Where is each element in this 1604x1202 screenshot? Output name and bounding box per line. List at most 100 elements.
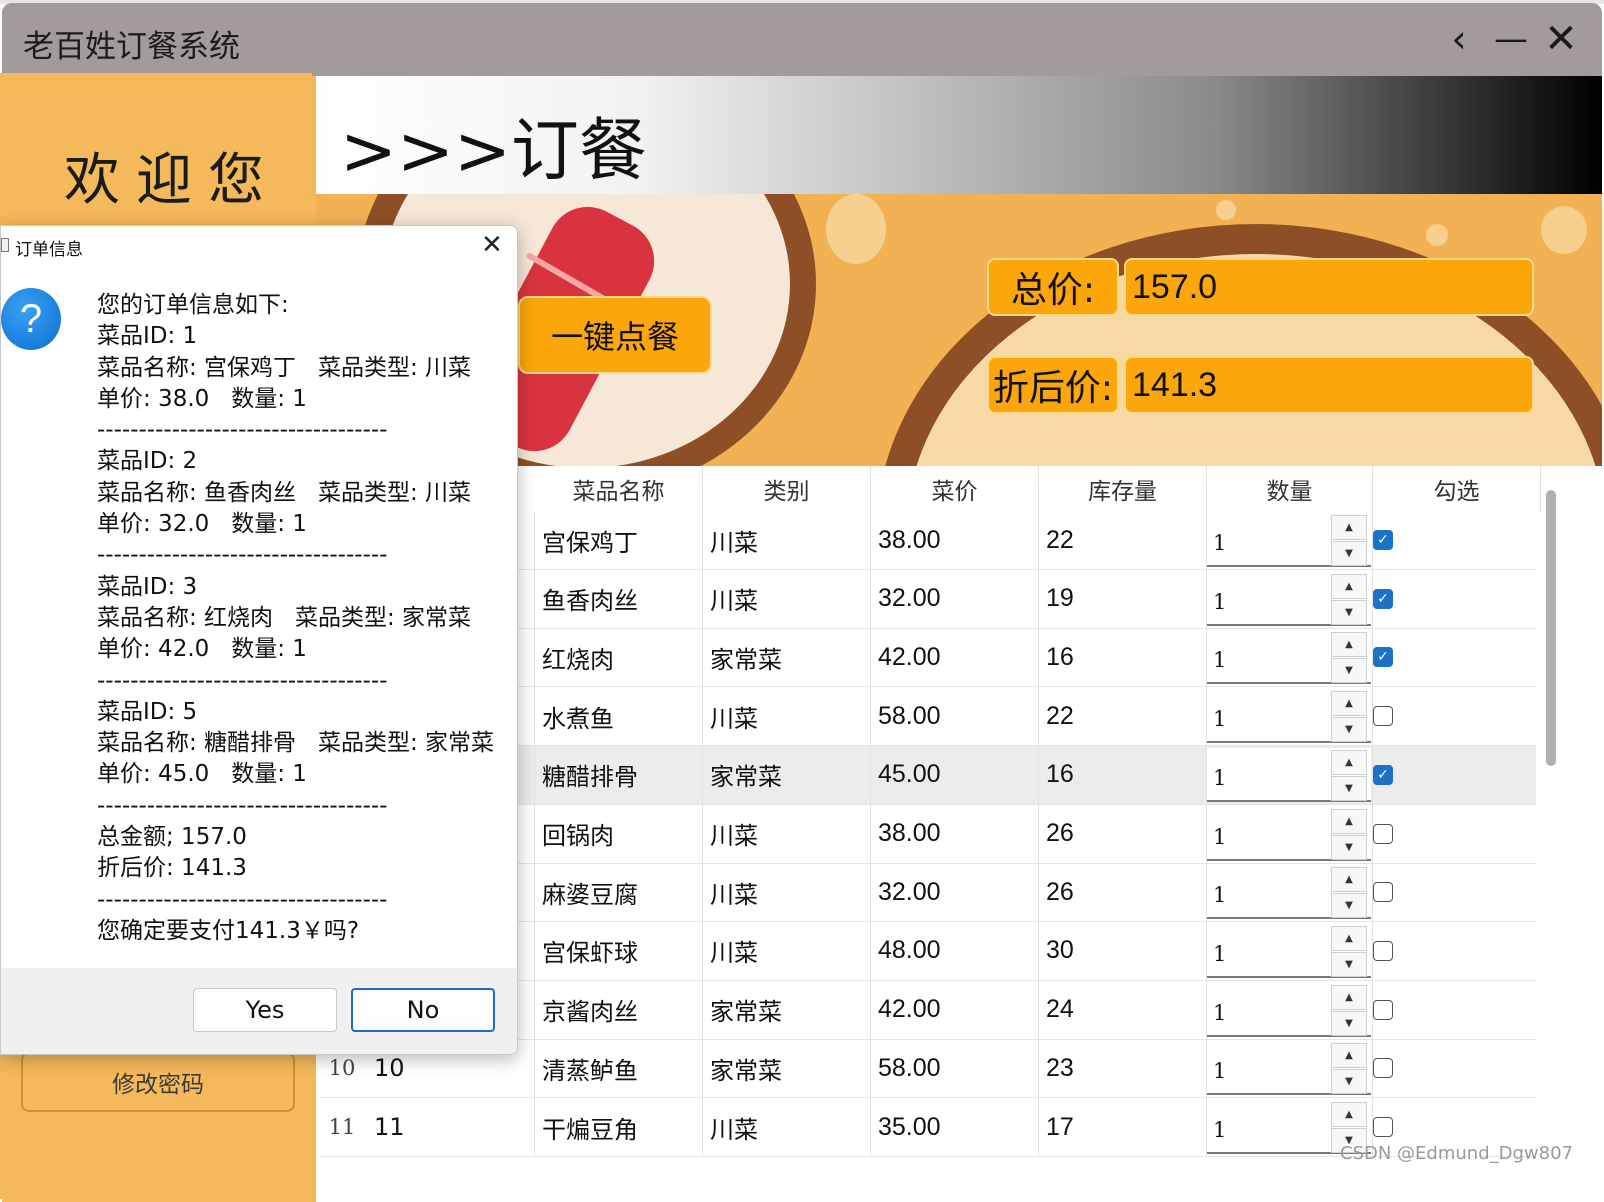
quantity-value[interactable]: 1	[1213, 942, 1226, 966]
decrement-icon[interactable]: ▼	[1331, 1069, 1367, 1095]
column-divider	[870, 1039, 871, 1098]
column-divider	[534, 687, 535, 746]
stock-cell: 16	[1046, 642, 1074, 671]
category-cell: 川菜	[710, 528, 758, 557]
quantity-stepper[interactable]: 1 ▲ ▼	[1207, 571, 1371, 626]
change-password-button[interactable]: 修改密码	[21, 1052, 295, 1112]
select-checkbox[interactable]	[1373, 940, 1393, 961]
increment-icon[interactable]: ▲	[1331, 867, 1367, 893]
price-cell: 32.00	[878, 584, 941, 613]
decrement-icon[interactable]: ▼	[1331, 658, 1367, 684]
quantity-value[interactable]: 1	[1213, 531, 1226, 555]
dish-name-cell: 红烧肉	[542, 645, 614, 674]
back-icon[interactable]: ‹	[1437, 17, 1481, 61]
quantity-value[interactable]: 1	[1213, 707, 1226, 731]
category-cell: 川菜	[710, 1115, 758, 1144]
quantity-stepper[interactable]: 1 ▲ ▼	[1207, 982, 1371, 1037]
dish-name-cell: 鱼香肉丝	[542, 587, 638, 616]
increment-icon[interactable]: ▲	[1331, 808, 1367, 834]
column-divider	[1038, 1098, 1039, 1156]
increment-icon[interactable]: ▲	[1331, 1043, 1367, 1069]
decrement-icon[interactable]: ▼	[1331, 951, 1367, 977]
quantity-value[interactable]: 1	[1213, 825, 1226, 849]
quantity-stepper[interactable]: 1 ▲ ▼	[1207, 806, 1371, 861]
increment-icon[interactable]: ▲	[1331, 515, 1367, 540]
vertical-scrollbar[interactable]	[1546, 490, 1556, 766]
welcome-panel: 欢迎您	[0, 73, 316, 219]
select-checkbox[interactable]: ✓	[1373, 530, 1393, 550]
stock-cell: 22	[1046, 701, 1074, 730]
select-checkbox[interactable]: ✓	[1373, 647, 1393, 668]
quantity-stepper[interactable]: 1 ▲ ▼	[1207, 923, 1371, 978]
category-cell: 家常菜	[710, 1056, 782, 1085]
select-checkbox[interactable]	[1373, 706, 1393, 727]
category-cell: 川菜	[710, 939, 758, 968]
column-header[interactable]: 数量	[1207, 466, 1373, 512]
decrement-icon[interactable]: ▼	[1331, 717, 1367, 743]
quantity-stepper[interactable]: 1 ▲ ▼	[1207, 513, 1371, 567]
increment-icon[interactable]: ▲	[1331, 632, 1367, 658]
column-divider	[534, 980, 535, 1039]
column-divider	[702, 1039, 703, 1098]
quantity-value[interactable]: 1	[1213, 1001, 1226, 1025]
quantity-stepper[interactable]: 1 ▲ ▼	[1207, 630, 1371, 685]
price-cell: 42.00	[878, 995, 941, 1024]
column-header[interactable]: 菜品名称	[535, 466, 703, 512]
column-header[interactable]: 菜价	[871, 466, 1039, 512]
dish-name-cell: 干煸豆角	[542, 1115, 638, 1144]
select-checkbox[interactable]	[1373, 882, 1393, 903]
yes-button[interactable]: Yes	[193, 988, 337, 1032]
quantity-value[interactable]: 1	[1213, 766, 1226, 790]
decrement-icon[interactable]: ▼	[1331, 893, 1367, 919]
select-checkbox[interactable]	[1373, 823, 1393, 844]
column-divider	[1038, 804, 1039, 863]
column-divider	[534, 511, 535, 569]
quantity-stepper[interactable]: 1 ▲ ▼	[1207, 865, 1371, 920]
decrement-icon[interactable]: ▼	[1331, 541, 1367, 566]
no-button[interactable]: No	[351, 988, 495, 1032]
dish-name-cell: 水煮鱼	[542, 704, 614, 733]
title-bar: 老百姓订餐系统 ‹ — ✕	[2, 3, 1602, 76]
close-icon[interactable]: ✕	[1539, 16, 1583, 62]
decrement-icon[interactable]: ▼	[1331, 599, 1367, 625]
column-header[interactable]: 勾选	[1373, 466, 1541, 512]
select-checkbox[interactable]: ✓	[1373, 588, 1393, 609]
increment-icon[interactable]: ▲	[1331, 749, 1367, 775]
increment-icon[interactable]: ▲	[1331, 573, 1367, 599]
select-checkbox[interactable]	[1373, 1117, 1393, 1137]
decrement-icon[interactable]: ▼	[1331, 775, 1367, 801]
decrement-icon[interactable]: ▼	[1331, 1010, 1367, 1036]
increment-icon[interactable]: ▲	[1331, 925, 1367, 951]
select-checkbox[interactable]	[1373, 999, 1393, 1020]
decrement-icon[interactable]: ▼	[1331, 834, 1367, 860]
column-header[interactable]: 库存量	[1039, 466, 1207, 512]
category-cell: 家常菜	[710, 998, 782, 1027]
quantity-value[interactable]: 1	[1213, 1118, 1226, 1142]
price-cell: 58.00	[878, 1053, 941, 1082]
select-checkbox[interactable]	[1373, 1058, 1393, 1079]
stock-cell: 26	[1046, 819, 1074, 847]
minimize-icon[interactable]: —	[1489, 17, 1533, 61]
increment-icon[interactable]: ▲	[1331, 984, 1367, 1010]
quantity-stepper[interactable]: 1 ▲ ▼	[1207, 689, 1371, 744]
quantity-value[interactable]: 1	[1213, 590, 1226, 614]
app-title: 老百姓订餐系统	[23, 29, 240, 65]
column-divider	[702, 1098, 703, 1156]
row-number: 11	[328, 1115, 356, 1139]
column-divider	[870, 921, 871, 980]
category-cell: 川菜	[710, 704, 758, 733]
quantity-value[interactable]: 1	[1213, 1059, 1226, 1083]
price-cell: 32.00	[878, 877, 941, 906]
quantity-stepper[interactable]: 1 ▲ ▼	[1207, 1041, 1371, 1096]
dialog-close-icon[interactable]: ✕	[481, 230, 503, 260]
column-header[interactable]: 类别	[703, 466, 871, 512]
quantity-value[interactable]: 1	[1213, 648, 1226, 672]
quantity-value[interactable]: 1	[1213, 883, 1226, 907]
increment-icon[interactable]: ▲	[1331, 691, 1367, 717]
quick-order-button[interactable]: 一键点餐	[518, 296, 712, 374]
increment-icon[interactable]: ▲	[1331, 1102, 1367, 1127]
quantity-stepper[interactable]: 1 ▲ ▼	[1207, 747, 1371, 802]
column-divider	[1038, 921, 1039, 980]
discounted-price-label: 折后价:	[987, 356, 1119, 414]
select-checkbox[interactable]: ✓	[1373, 764, 1393, 785]
